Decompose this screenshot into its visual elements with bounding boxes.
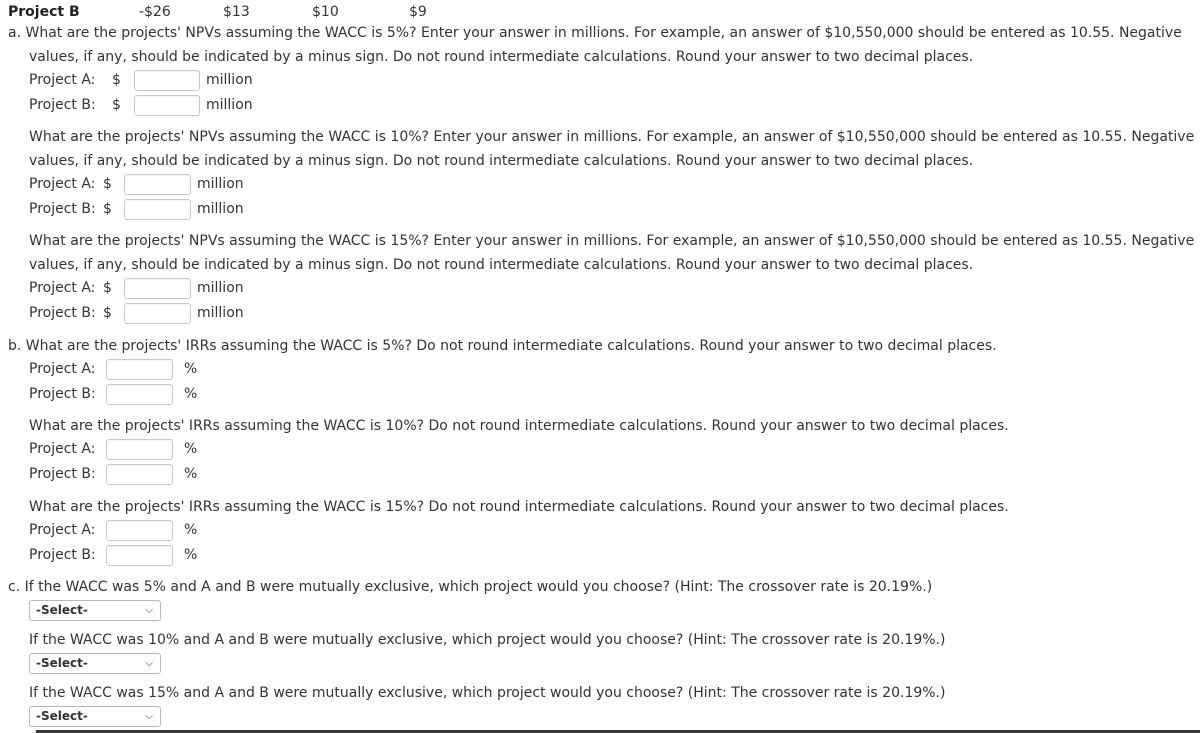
irr-10-project-b-row: Project B: %: [0, 462, 300, 487]
npv-15-project-a-input[interactable]: [124, 278, 191, 299]
choice-wacc-15-select[interactable]: -Select- ⌵: [29, 706, 161, 727]
choice-wacc-5-select[interactable]: -Select- ⌵: [29, 600, 161, 621]
chevron-down-icon: ⌵: [145, 711, 153, 722]
irr-5-project-a-input[interactable]: [106, 359, 173, 380]
npv-question-wacc-10: What are the projects' NPVs assuming the…: [29, 129, 1195, 169]
npv-5-project-b-row: Project B: $ million: [0, 93, 400, 118]
project-b-label: Project B: [8, 4, 80, 20]
npv-10-project-b-row: Project B: $ million: [0, 197, 400, 222]
choice-wacc-10-select[interactable]: -Select- ⌵: [29, 653, 161, 674]
npv-10-project-b-input[interactable]: [124, 199, 191, 220]
npv-15-project-a-row: Project A: $ million: [0, 276, 400, 301]
npv-15-project-b-input[interactable]: [124, 303, 191, 324]
irr-question-wacc-15: What are the projects' IRRs assuming the…: [29, 499, 1009, 515]
irr-15-project-b-input[interactable]: [106, 545, 173, 566]
npv-5-project-a-row: Project A: $ million: [0, 68, 400, 93]
choice-question-wacc-15: If the WACC was 15% and A and B were mut…: [29, 685, 946, 701]
chevron-down-icon: ⌵: [145, 658, 153, 669]
irr-5-project-b-row: Project B: %: [0, 382, 300, 407]
npv-question-wacc-5: a. What are the projects' NPVs assuming …: [8, 25, 1182, 65]
npv-question-wacc-15: What are the projects' NPVs assuming the…: [29, 233, 1195, 273]
choice-question-wacc-5: c. If the WACC was 5% and A and B were m…: [8, 579, 933, 595]
irr-5-project-a-row: Project A: %: [0, 357, 300, 382]
cash-flow-year-3: $9: [409, 4, 427, 20]
choice-question-wacc-10: If the WACC was 10% and A and B were mut…: [29, 632, 946, 648]
chevron-down-icon: ⌵: [145, 605, 153, 616]
irr-question-wacc-5: b. What are the projects' IRRs assuming …: [8, 338, 997, 354]
npv-5-project-b-input[interactable]: [134, 95, 200, 116]
irr-15-project-b-row: Project B: %: [0, 543, 300, 568]
irr-15-project-a-row: Project A: %: [0, 518, 300, 543]
irr-15-project-a-input[interactable]: [106, 520, 173, 541]
cash-flow-year-0: -$26: [139, 4, 171, 20]
npv-10-project-a-input[interactable]: [124, 174, 191, 195]
npv-5-project-a-input[interactable]: [134, 70, 200, 91]
npv-15-project-b-row: Project B: $ million: [0, 301, 400, 326]
irr-10-project-a-row: Project A: %: [0, 437, 300, 462]
cash-flow-year-1: $13: [223, 4, 250, 20]
irr-5-project-b-input[interactable]: [106, 384, 173, 405]
npv-10-project-a-row: Project A: $ million: [0, 172, 400, 197]
irr-10-project-a-input[interactable]: [106, 439, 173, 460]
irr-question-wacc-10: What are the projects' IRRs assuming the…: [29, 418, 1009, 434]
cash-flow-year-2: $10: [312, 4, 339, 20]
irr-10-project-b-input[interactable]: [106, 464, 173, 485]
